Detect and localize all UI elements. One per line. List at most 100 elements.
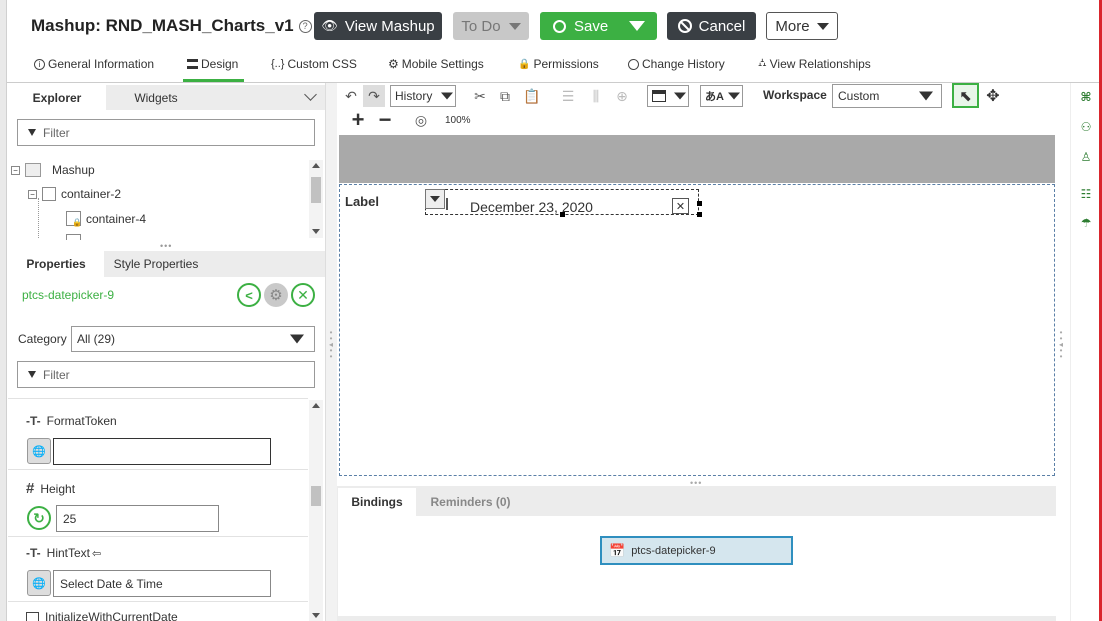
zoom-in-icon[interactable]: + [349, 107, 367, 132]
cancel-icon [677, 19, 692, 33]
mashup-icon [25, 163, 41, 177]
canvas-container[interactable] [339, 184, 1055, 476]
info-icon: i [34, 58, 45, 70]
move-icon[interactable]: ✥ [984, 87, 1002, 105]
undo-icon[interactable]: ↶ [343, 87, 359, 105]
help-icon[interactable]: ? [298, 19, 312, 33]
layout-icon [652, 90, 666, 102]
bindings-canvas [338, 516, 1056, 616]
tab-style-properties[interactable]: Style Properties [106, 251, 206, 277]
align-horizontal-icon[interactable]: ☰ [560, 88, 576, 104]
splitter-grip-icon[interactable]: • • ◂ • • [328, 329, 334, 366]
resize-handle[interactable] [697, 201, 702, 206]
property-height-label: # Height [26, 480, 76, 497]
chevron-down-icon [674, 92, 686, 100]
tab-mobile-settings[interactable]: ⚙ Mobile Settings [388, 57, 484, 71]
properties-filter-input[interactable]: Filter [17, 361, 315, 388]
properties-scrollbar[interactable] [309, 400, 323, 621]
tree-item-container-2[interactable]: − container-2 [28, 187, 121, 201]
chevron-down-icon [441, 92, 453, 100]
zoom-reset-icon[interactable]: ◎ [413, 112, 429, 128]
property-separator [8, 601, 308, 602]
property-formattoken-label: -T- FormatToken [26, 414, 117, 428]
splitter-handle[interactable]: ••• [160, 241, 172, 251]
collapse-toggle-icon[interactable]: − [28, 189, 37, 199]
workspace-select[interactable]: Custom [832, 84, 942, 108]
tab-properties[interactable]: Properties [8, 251, 104, 277]
share-icon[interactable]: < [237, 283, 261, 307]
zoom-out-icon[interactable]: − [376, 107, 394, 132]
remove-widget-icon[interactable]: ✕ [291, 283, 315, 307]
select-pointer-icon[interactable]: ⬉ [952, 83, 979, 108]
canvas-label-widget[interactable]: Label [345, 194, 379, 209]
refresh-binding-icon[interactable]: ↻ [27, 506, 51, 530]
tab-general-information[interactable]: i General Information [34, 57, 154, 71]
filter-icon [28, 129, 36, 136]
relationships-icon: ⛼ [758, 57, 767, 69]
height-input[interactable]: 25 [56, 505, 219, 532]
tree-item-partial [66, 234, 81, 240]
localization-select[interactable]: あA [700, 85, 743, 107]
view-mashup-button[interactable]: 👁 View Mashup [314, 12, 442, 40]
umbrella-icon[interactable]: ☂ [1078, 215, 1094, 231]
tab-design[interactable]: Design [187, 57, 238, 71]
tree-scrollbar[interactable] [309, 160, 323, 238]
resize-handle[interactable] [560, 212, 565, 217]
copy-icon[interactable]: ⧉ [497, 88, 513, 104]
tab-widgets[interactable]: Widgets [106, 85, 206, 110]
clock-icon [628, 58, 639, 70]
circle-icon [553, 19, 566, 33]
chevron-down-icon [919, 91, 933, 101]
center-icon[interactable]: ⊕ [614, 88, 630, 104]
boolean-type-icon [26, 612, 39, 621]
collapse-toggle-icon[interactable]: − [11, 165, 20, 175]
layout-select[interactable] [647, 85, 689, 107]
property-hinttext-label: -T- HintText ⇦ [26, 546, 102, 560]
tab-permissions[interactable]: 🔒 Permissions [518, 57, 599, 71]
explorer-filter-input[interactable]: Filter [17, 119, 315, 146]
align-vertical-icon[interactable]: ⫼ [588, 88, 604, 104]
canvas-right-splitter[interactable]: • • ◂ • • [1058, 329, 1064, 366]
text-type-icon: -T- [26, 546, 41, 560]
list-icon[interactable]: ☷ [1078, 186, 1094, 202]
paste-icon[interactable]: 📋 [523, 88, 540, 104]
datepicker-value: December 23, 2020 [470, 199, 593, 215]
cut-icon[interactable]: ✂ [472, 88, 488, 104]
category-select[interactable]: All (29) [71, 326, 315, 352]
tab-bindings[interactable]: Bindings [338, 488, 416, 516]
clear-date-icon[interactable]: ✕ [672, 198, 689, 214]
cancel-button[interactable]: Cancel [667, 12, 756, 40]
chevron-down-icon [508, 22, 521, 30]
tree-item-container-4[interactable]: 🔒 container-4 [66, 211, 146, 227]
tab-view-relationships[interactable]: ⛼ View Relationships [758, 57, 871, 71]
more-button[interactable]: More [766, 12, 838, 40]
datepicker-type-dropdown[interactable] [425, 189, 445, 209]
tree-item-mashup[interactable]: − Mashup [11, 163, 95, 177]
tab-explorer[interactable]: Explorer [8, 85, 106, 110]
globe-icon[interactable]: 🌐 [27, 570, 51, 596]
formattoken-input[interactable] [53, 438, 271, 465]
filter-icon [28, 371, 36, 378]
tab-reminders[interactable]: Reminders (0) [418, 488, 523, 516]
connections-icon[interactable]: ⌘ [1078, 89, 1094, 105]
locked-container-icon: 🔒 [66, 211, 82, 227]
redo-icon[interactable]: ↷ [363, 85, 385, 107]
binding-node[interactable]: 📅 ptcs-datepicker-9 [600, 536, 793, 565]
person-icon[interactable]: ♙ [1078, 149, 1094, 165]
todo-button[interactable]: To Do [453, 12, 529, 40]
page-title-text: Mashup: RND_MASH_Charts_v1 [31, 16, 294, 35]
globe-icon[interactable]: 🌐 [27, 438, 51, 464]
text-type-icon: -T- [26, 414, 41, 428]
resize-handle[interactable] [697, 212, 702, 217]
gear-icon[interactable]: ⚙ [264, 283, 288, 307]
hinttext-input[interactable]: Select Date & Time [53, 570, 271, 597]
tab-change-history[interactable]: Change History [628, 57, 725, 71]
calendar-icon[interactable] [446, 198, 452, 210]
tab-custom-css[interactable]: {..} Custom CSS [271, 57, 357, 71]
save-dropdown-icon[interactable] [629, 21, 645, 31]
localize-arrow-icon: ⇦ [92, 547, 102, 560]
history-select[interactable]: History [390, 85, 456, 107]
property-separator [8, 536, 308, 537]
users-icon[interactable]: ⚇ [1078, 119, 1094, 135]
save-button[interactable]: Save [540, 12, 657, 40]
